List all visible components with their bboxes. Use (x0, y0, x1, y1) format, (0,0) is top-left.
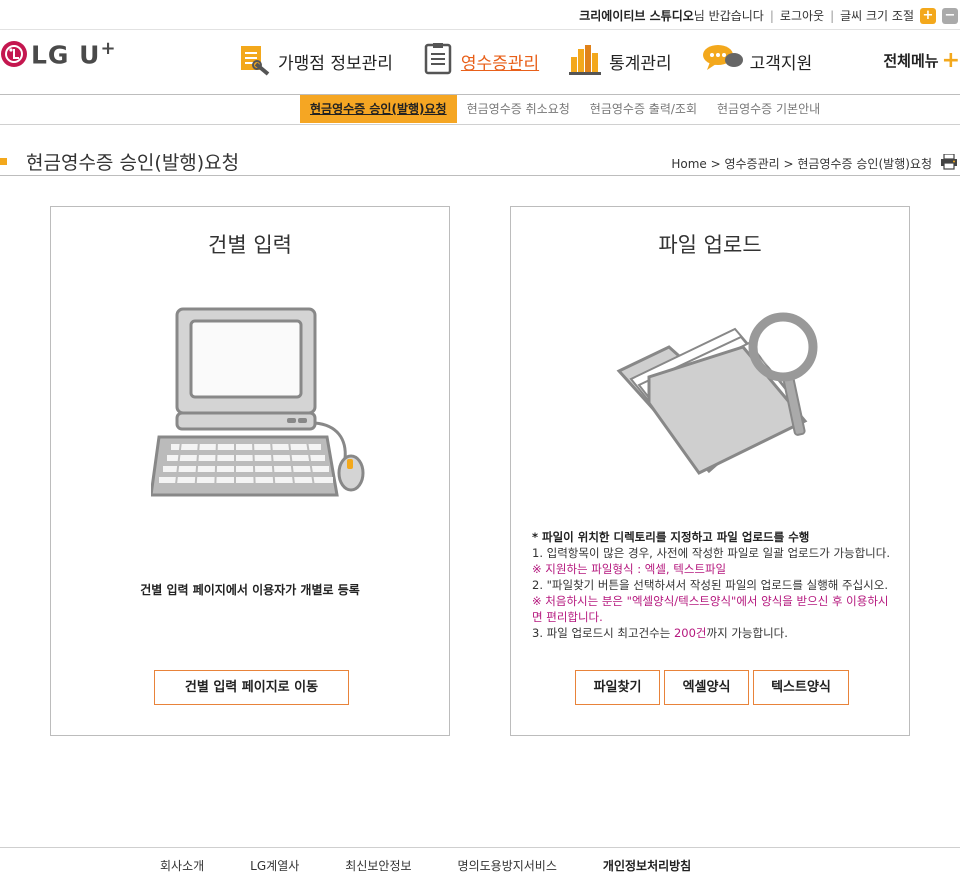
speech-bubble-icon (702, 43, 744, 80)
lg-face-icon (1, 41, 27, 67)
panel-description: 건별 입력 페이지에서 이용자가 개별로 등록 (140, 583, 360, 597)
footer-link-privacy-policy[interactable]: 개인정보처리방침 (603, 857, 691, 874)
gnb-item-statistics[interactable]: 통계관리 (569, 43, 672, 80)
store-doc-icon (238, 42, 272, 81)
gnb-item-receipt[interactable]: 영수증관리 (423, 42, 539, 81)
footer-link-identity-theft[interactable]: 명의도용방지서비스 (458, 857, 557, 874)
breadcrumb-separator: > (783, 157, 798, 171)
divider (0, 847, 960, 848)
lg-uplus-logo[interactable]: LG U+ (0, 36, 117, 72)
upload-instructions: * 파일이 위치한 디렉토리를 지정하고 파일 업로드를 수행 1. 입력항목이… (532, 529, 892, 641)
top-utility-bar: 크리에이티브 스튜디오님 반갑습니다 | 로그아웃 | 글씨 크기 조절 + − (0, 0, 960, 30)
breadcrumb-item[interactable]: 영수증관리 (724, 157, 779, 171)
instruction-heading: * 파일이 위치한 디렉토리를 지정하고 파일 업로드를 수행 (532, 530, 810, 544)
gnb-label: 영수증관리 (460, 53, 540, 74)
font-decrease-button[interactable]: − (942, 7, 958, 24)
file-upload-panel: 파일 업로드 * 파일이 위치한 디렉토리를 지정하고 파일 업로드를 수행 1… (510, 206, 910, 736)
breadcrumb-current: 현금영수증 승인(발행)요청 (797, 157, 932, 171)
excel-template-button[interactable]: 엑셀양식 (664, 670, 749, 705)
font-increase-button[interactable]: + (920, 7, 936, 24)
subnav-item-basic-guide[interactable]: 현금영수증 기본안내 (707, 95, 830, 123)
greeting-text: 크리에이티브 스튜디오님 반갑습니다 (579, 9, 764, 23)
divider (0, 29, 960, 30)
plus-icon: + (941, 47, 960, 73)
footer-link-company[interactable]: 회사소개 (160, 857, 204, 874)
breadcrumb-separator: > (710, 157, 725, 171)
text-template-button[interactable]: 텍스트양식 (753, 670, 849, 705)
receipt-icon (423, 42, 455, 81)
footer-link-security[interactable]: 최신보안정보 (345, 857, 411, 874)
gnb-label: 통계관리 (609, 53, 672, 74)
subnav-item-cancel-request[interactable]: 현금영수증 취소요청 (457, 95, 580, 123)
panel-title: 파일 업로드 (658, 233, 762, 257)
logo-text: LG U+ (31, 38, 117, 70)
subnav-item-print-search[interactable]: 현금영수증 출력/조회 (580, 95, 707, 123)
gnb-item-store-info[interactable]: 가맹점 정보관리 (238, 42, 393, 81)
title-bullet (0, 158, 7, 165)
instruction-item: 3. 파일 업로드시 최고건수는 200건까지 가능합니다. (532, 626, 788, 640)
panel-title: 건별 입력 (208, 233, 292, 257)
main-navigation: 가맹점 정보관리 영수증관리 통계관리 고객지원 (238, 38, 842, 84)
find-file-button[interactable]: 파일찾기 (575, 670, 660, 705)
go-individual-input-button[interactable]: 건별 입력 페이지로 이동 (154, 670, 349, 705)
footer-link-affiliates[interactable]: LG계열사 (250, 857, 299, 874)
folder-search-icon (609, 307, 829, 481)
divider (0, 175, 960, 176)
page-title-bar: 현금영수증 승인(발행)요청 Home > 영수증관리 > 현금영수증 승인(발… (0, 148, 960, 176)
gnb-label: 고객지원 (749, 53, 813, 74)
individual-input-panel: 건별 입력 건별 입력 페이지에서 이용자가 개별로 등록 건별 입력 페이지로… (50, 206, 450, 736)
breadcrumb-home[interactable]: Home (671, 157, 706, 171)
logout-link[interactable]: 로그아웃 (780, 7, 824, 24)
divider (0, 124, 960, 125)
instruction-item: 1. 입력항목이 많은 경우, 사전에 작성한 파일로 일괄 업로드가 가능합니… (532, 546, 890, 576)
all-menu-button[interactable]: 전체메뉴 + (883, 47, 960, 73)
divider: | (830, 8, 835, 23)
bar-chart-icon (569, 43, 603, 80)
breadcrumb: Home > 영수증관리 > 현금영수증 승인(발행)요청 (671, 155, 932, 172)
gnb-item-support[interactable]: 고객지원 (702, 43, 813, 80)
instruction-item: 2. "파일찾기 버튼을 선택하셔서 작성된 파일의 업로드를 실행해 주십시오… (532, 578, 889, 624)
print-icon[interactable] (940, 153, 958, 174)
page-title: 현금영수증 승인(발행)요청 (26, 152, 240, 174)
footer-links: 회사소개 LG계열사 최신보안정보 명의도용방지서비스 개인정보처리방침 (160, 857, 737, 874)
font-size-label: 글씨 크기 조절 (840, 9, 914, 23)
divider: | (769, 8, 774, 23)
subnav-item-issue-request[interactable]: 현금영수증 승인(발행)요청 (300, 95, 457, 123)
gnb-label: 가맹점 정보관리 (278, 53, 393, 74)
sub-navigation: 현금영수증 승인(발행)요청 현금영수증 취소요청 현금영수증 출력/조회 현금… (300, 95, 830, 123)
computer-icon (149, 307, 371, 511)
